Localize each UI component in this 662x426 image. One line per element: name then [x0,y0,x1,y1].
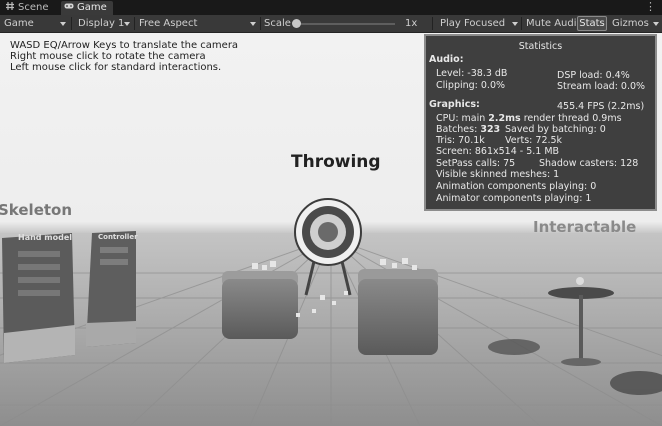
game-controller-icon [64,3,74,9]
hand-model-label: Hand model [18,233,73,242]
tab-game-label: Game [77,2,107,13]
board-button [18,290,60,296]
board-button [18,251,60,257]
graphics-header: Graphics: [429,99,480,110]
cpu-render-thread: render thread 0.9ms [520,113,622,124]
animation-components: Animation components playing: 0 [436,181,597,192]
round-table-base [561,358,601,366]
toolbar-divider [134,17,135,30]
scale-value: 1x [405,18,418,29]
batches-prefix: Batches: [436,124,481,135]
skeleton-label: Skeleton [0,201,73,219]
board-button [18,277,60,283]
chevron-down-icon [653,22,659,26]
aspect-label: Free Aspect [139,18,198,29]
toolbar-divider [71,17,72,30]
display-label: Display 1 [78,18,125,29]
audio-level: Level: -38.3 dB [436,68,508,79]
shadow-casters: Shadow casters: 128 [539,158,639,169]
batches: Batches: 323 [436,124,500,135]
cpu-main-value: 2.2ms [488,113,521,124]
board-button [100,247,128,253]
batches-value: 323 [480,124,501,135]
dsp-load: DSP load: 0.4% [557,70,630,81]
verts: Verts: 72.5k [505,135,563,146]
chevron-down-icon [124,22,130,26]
animator-components: Animator components playing: 1 [436,193,592,204]
tab-scene-label: Scene [18,2,49,13]
gizmos-label: Gizmos [612,18,649,29]
help-line: Left mouse click for standard interactio… [10,62,222,73]
tab-scene[interactable]: Scene [2,1,57,15]
display-mode-dropdown[interactable]: Game [4,15,34,32]
visible-skinned-meshes: Visible skinned meshes: 1 [436,169,560,180]
controller-label: Controller [98,233,138,241]
tab-game[interactable]: Game [61,1,113,15]
toolbar-divider [260,17,261,30]
scale-slider-track[interactable] [295,23,395,25]
chevron-down-icon [250,22,256,26]
fps-readout: 455.4 FPS (2.2ms) [557,101,645,112]
display-dropdown[interactable]: Display 1 [78,15,124,32]
setpass-calls: SetPass calls: 75 [436,158,516,169]
camera-help-text: WASD EQ/Arrow Keys to translate the came… [10,40,238,73]
interactable-label: Interactable [533,218,637,236]
window-tab-bar: Scene Game ⋮ [0,0,662,15]
interactable-ball [576,277,584,285]
throwing-label: Throwing [291,152,381,172]
game-viewport[interactable]: Throwing Skeleton Interactable Hand mode… [0,33,662,426]
stream-load: Stream load: 0.0% [557,81,646,92]
chevron-down-icon [60,22,66,26]
help-line: Right mouse click to rotate the camera [10,51,206,62]
audio-header: Audio: [429,54,464,65]
kebab-menu-icon[interactable]: ⋮ [645,0,656,13]
gizmos-dropdown[interactable]: Gizmos [612,15,649,32]
chevron-down-icon [512,22,518,26]
hazard-stripe [86,321,136,347]
scale-label: Scale [264,18,291,29]
toolbar-divider [432,17,433,30]
play-mode-dropdown[interactable]: Play Focused [440,15,505,32]
scale-slider-handle[interactable] [292,19,301,28]
saved-by-batching: Saved by batching: 0 [505,124,606,135]
toolbar-divider [521,17,522,30]
target-bullseye [318,222,338,242]
mute-audio-button[interactable]: Mute Audio [526,15,583,32]
audio-clipping: Clipping: 0.0% [436,80,506,91]
tris: Tris: 70.1k [436,135,485,146]
help-line: WASD EQ/Arrow Keys to translate the came… [10,40,239,51]
play-mode-label: Play Focused [440,18,506,29]
cpu-timing: CPU: main 2.2ms render thread 0.9ms [436,113,622,124]
display-mode-label: Game [4,18,34,29]
throw-table-right [358,279,438,355]
board-button [18,264,60,270]
statistics-title: Statistics [518,41,563,52]
shadow [488,339,540,355]
statistics-panel: Statistics Audio: Level: -38.3 dB DSP lo… [424,34,657,211]
stats-toggle-button[interactable]: Stats [577,16,607,31]
scene-hash-icon [6,2,14,10]
round-table-leg [579,295,583,361]
board-button [100,259,128,265]
game-view-toolbar: Game Display 1 Free Aspect Scale 1x Play… [0,15,662,33]
aspect-dropdown[interactable]: Free Aspect [139,15,197,32]
throw-table-left [222,279,298,339]
screen-size: Screen: 861x514 - 5.1 MB [436,146,560,157]
cpu-prefix: CPU: main [436,113,489,124]
